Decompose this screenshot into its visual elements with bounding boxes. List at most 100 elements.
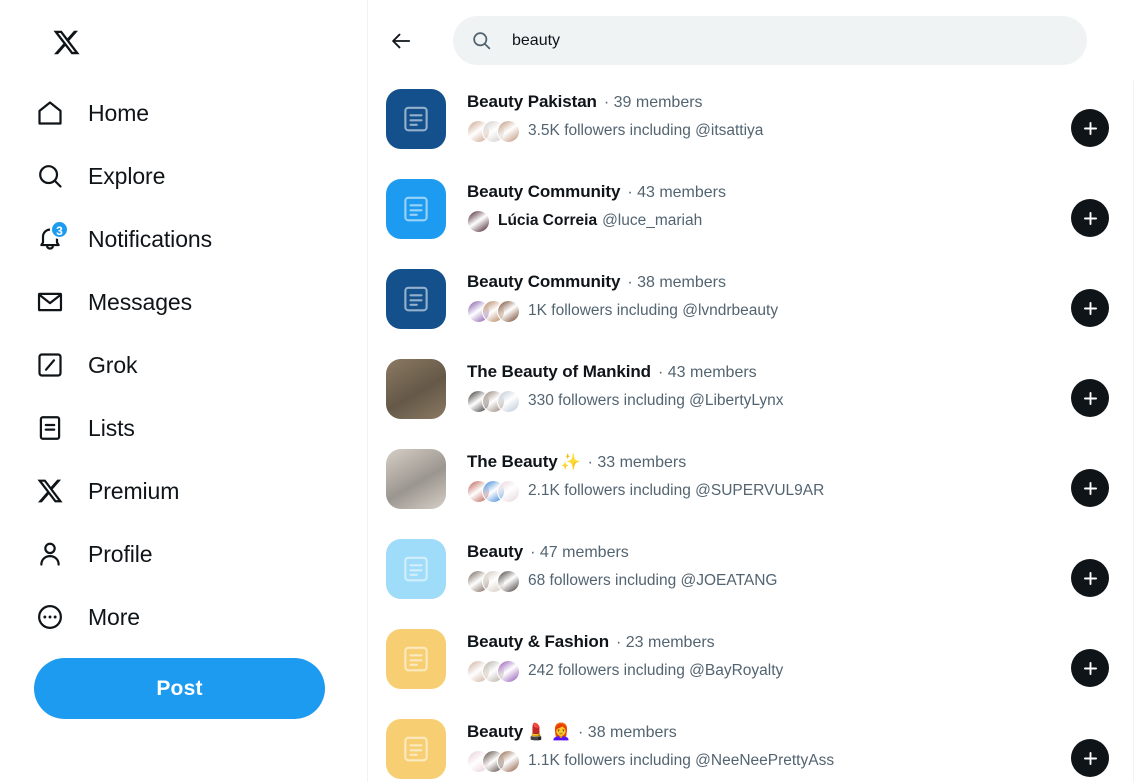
community-row-body: The Beauty ✨ · 33 members 2.1K followers in… — [467, 447, 1134, 503]
join-community-button[interactable] — [1071, 289, 1109, 327]
back-button[interactable] — [382, 22, 420, 60]
plus-icon — [1081, 659, 1100, 678]
follower-avatar-stack — [467, 479, 520, 503]
follower-avatar-stack — [467, 119, 520, 143]
community-subtitle-line: Lúcia Correia @luce_mariah — [467, 209, 1134, 233]
plus-icon — [1081, 479, 1100, 498]
join-community-button[interactable] — [1071, 199, 1109, 237]
sidebar-item-more[interactable]: More — [0, 592, 368, 642]
community-member-name: Lúcia Correia — [498, 212, 598, 229]
community-result-row[interactable]: Beauty Community · 43 members Lúcia Correi… — [368, 171, 1134, 261]
sidebar-item-profile[interactable]: Profile — [0, 529, 368, 579]
join-community-button[interactable] — [1071, 379, 1109, 417]
community-followers-text: 330 followers including @LibertyLynx — [528, 392, 784, 409]
person-icon — [34, 538, 66, 570]
x-logo[interactable] — [44, 20, 88, 64]
community-title: Beauty Community — [467, 272, 621, 291]
community-followers-text: 242 followers including @BayRoyalty — [528, 662, 784, 679]
plus-icon — [1081, 749, 1100, 768]
community-subtitle-line: 2.1K followers including @SUPERVUL9AR — [467, 479, 1134, 503]
community-title: Beauty Community — [467, 182, 621, 201]
follower-avatar — [497, 659, 520, 683]
plus-icon — [1081, 209, 1100, 228]
sidebar-item-home[interactable]: Home — [0, 88, 368, 138]
join-community-button[interactable] — [1071, 109, 1109, 147]
community-title-line: Beauty Pakistan · 39 members — [467, 90, 1134, 115]
community-title-line: The Beauty ✨ · 33 members — [467, 450, 1134, 475]
sidebar-item-label: Notifications — [88, 226, 212, 252]
sidebar-item-messages[interactable]: Messages — [0, 277, 368, 327]
sidebar-item-label: Grok — [88, 352, 138, 378]
community-avatar — [386, 179, 446, 239]
community-followers-text: 1.1K followers including @NeeNeePrettyAs… — [528, 752, 835, 769]
community-followers-text: 3.5K followers including @itsattiya — [528, 122, 764, 139]
join-community-button[interactable] — [1071, 739, 1109, 777]
join-community-button[interactable] — [1071, 649, 1109, 687]
search-header — [368, 0, 1134, 81]
follower-avatar — [497, 299, 520, 323]
community-title-emoji: ✨ — [560, 452, 581, 471]
community-row-body: Beauty & Fashion · 23 members 242 follower… — [467, 627, 1134, 683]
follower-avatar-stack — [467, 389, 520, 413]
community-result-row[interactable]: Beauty Community · 38 members 1K followers… — [368, 261, 1134, 351]
sidebar-item-notifications[interactable]: 3 Notifications — [0, 214, 368, 264]
join-community-button[interactable] — [1071, 559, 1109, 597]
community-row-body: Beauty · 47 members 68 followers including… — [467, 537, 1134, 593]
follower-avatar — [497, 479, 520, 503]
community-followers-text: @luce_mariah — [602, 212, 703, 229]
sidebar-item-lists[interactable]: Lists — [0, 403, 368, 453]
follower-avatar — [497, 119, 520, 143]
community-subtitle-line: 3.5K followers including @itsattiya — [467, 119, 1134, 143]
community-avatar — [386, 89, 446, 149]
plus-icon — [1081, 389, 1100, 408]
home-icon — [34, 97, 66, 129]
community-result-row[interactable]: Beauty & Fashion · 23 members 242 follower… — [368, 621, 1134, 711]
community-result-row[interactable]: The Beauty ✨ · 33 members 2.1K followers in… — [368, 441, 1134, 531]
community-member-count: · 23 members — [615, 634, 715, 651]
community-avatar — [386, 629, 446, 689]
community-result-row[interactable]: Beauty · 47 members 68 followers including… — [368, 531, 1134, 621]
community-title-line: The Beauty of Mankind · 43 members — [467, 360, 1134, 385]
community-subtitle-line: 242 followers including @BayRoyalty — [467, 659, 1134, 683]
community-subtitle-line: 68 followers including @JOEATANG — [467, 569, 1134, 593]
follower-avatar-stack — [467, 209, 490, 233]
follower-avatar-stack — [467, 569, 520, 593]
community-row-body: The Beauty of Mankind · 43 members 330 fol… — [467, 357, 1134, 413]
community-member-count: · 39 members — [603, 94, 703, 111]
community-row-body: Beauty Community · 38 members 1K followers… — [467, 267, 1134, 323]
sidebar-item-grok[interactable]: Grok — [0, 340, 368, 390]
sidebar-item-label: Explore — [88, 163, 166, 189]
sidebar-item-label: Messages — [88, 289, 193, 315]
search-input[interactable] — [512, 31, 1071, 50]
app-root: Home Explore 3 Notifications Messages Gr… — [0, 0, 1134, 782]
community-result-row[interactable]: Beauty Pakistan · 39 members 3.5K follower… — [368, 81, 1134, 171]
more-circle-icon — [34, 601, 66, 633]
community-avatar — [386, 359, 446, 419]
follower-avatar-stack — [467, 749, 520, 773]
community-row-body: Beauty Pakistan · 39 members 3.5K follower… — [467, 87, 1134, 143]
sidebar-item-label: Profile — [88, 541, 153, 567]
follower-avatar — [497, 389, 520, 413]
arrow-left-icon — [390, 30, 412, 52]
community-title-emoji: 💄 👩‍🦰 — [526, 722, 572, 741]
community-title-line: Beauty Community · 38 members — [467, 270, 1134, 295]
community-followers-text: 68 followers including @JOEATANG — [528, 572, 778, 589]
sidebar-item-explore[interactable]: Explore — [0, 151, 368, 201]
envelope-icon — [34, 286, 66, 318]
search-box[interactable] — [453, 16, 1087, 65]
community-member-count: · 47 members — [530, 544, 629, 561]
community-title: Beauty & Fashion — [467, 632, 609, 651]
community-row-body: Beauty Community · 43 members Lúcia Correi… — [467, 177, 1134, 233]
post-button[interactable]: Post — [34, 658, 325, 719]
community-avatar — [386, 719, 446, 779]
community-result-row[interactable]: Beauty 💄 👩‍🦰 · 38 members 1.1K followers in… — [368, 711, 1134, 782]
community-member-count: · 33 members — [587, 454, 687, 471]
plus-icon — [1081, 119, 1100, 138]
join-community-button[interactable] — [1071, 469, 1109, 507]
community-title-line: Beauty · 47 members — [467, 540, 1134, 565]
sidebar-item-premium[interactable]: Premium — [0, 466, 368, 516]
community-result-row[interactable]: The Beauty of Mankind · 43 members 330 fol… — [368, 351, 1134, 441]
plus-icon — [1081, 299, 1100, 318]
community-title: Beauty Pakistan — [467, 92, 597, 111]
community-title: The Beauty of Mankind — [467, 362, 651, 381]
